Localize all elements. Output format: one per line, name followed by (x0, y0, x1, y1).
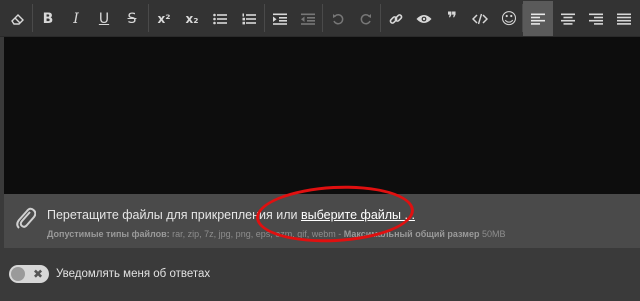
attach-hint: Допустимые типы файлов: rar, zip, 7z, jp… (47, 229, 506, 239)
allowed-types-label: Допустимые типы файлов: (47, 229, 170, 239)
underline-button[interactable]: U (89, 1, 119, 36)
editor-toolbar: B I U S x² x₂ ❞ ☺ (0, 0, 640, 37)
bullet-list-icon[interactable] (205, 1, 235, 36)
align-right-icon[interactable] (581, 1, 611, 36)
strikethrough-button[interactable]: S (117, 1, 147, 36)
max-size-value: 50MB (481, 229, 506, 239)
paperclip-icon (16, 205, 37, 236)
outdent-icon[interactable] (293, 1, 323, 36)
toggle-knob (11, 267, 25, 281)
allowed-types-value: rar, zip, 7z, jpg, png, eps, ezm, gif, w… (172, 229, 336, 239)
notify-label: Уведомлять меня об ответах (56, 268, 211, 280)
smile-icon[interactable]: ☺ (494, 1, 524, 36)
indent-icon[interactable] (265, 1, 295, 36)
attach-prompt: Перетащите файлы для прикрепления или вы… (47, 208, 415, 222)
attach-prompt-text: Перетащите файлы для прикрепления или (47, 208, 298, 222)
numbered-list-icon[interactable] (234, 1, 264, 36)
notify-row: ✖ Уведомлять меня об ответах (9, 265, 210, 283)
eraser-icon[interactable] (3, 1, 33, 36)
link-icon[interactable] (381, 1, 411, 36)
bold-button[interactable]: B (33, 1, 63, 36)
superscript-button[interactable]: x² (149, 1, 179, 36)
attachment-dropzone[interactable]: Перетащите файлы для прикрепления или вы… (4, 194, 640, 248)
align-justify-icon[interactable] (609, 1, 639, 36)
eye-icon[interactable] (409, 1, 439, 36)
code-icon[interactable] (465, 1, 495, 36)
max-size-label: Максимальный общий размер (343, 229, 480, 239)
redo-icon[interactable] (351, 1, 381, 36)
close-icon: ✖ (33, 267, 44, 281)
notify-toggle[interactable]: ✖ (9, 265, 49, 283)
choose-files-link[interactable]: выберите файлы ... (301, 208, 415, 222)
italic-button[interactable]: I (61, 1, 91, 36)
align-left-icon[interactable] (523, 1, 553, 36)
undo-icon[interactable] (323, 1, 353, 36)
subscript-button[interactable]: x₂ (177, 1, 207, 36)
align-center-icon[interactable] (553, 1, 583, 36)
quote-icon[interactable]: ❞ (437, 1, 467, 36)
editor-textarea[interactable] (4, 37, 640, 194)
